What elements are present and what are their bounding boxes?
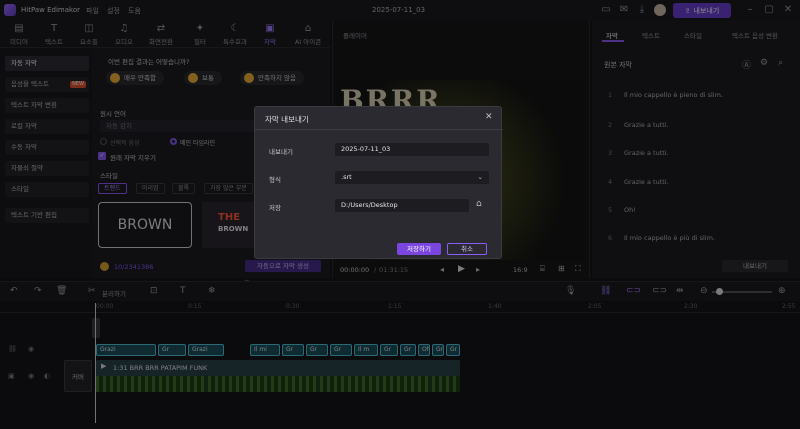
folder-icon[interactable]: ⌂ [476, 199, 482, 209]
format-label: 형식 [269, 176, 281, 184]
cancel-button[interactable]: 취소 [447, 243, 487, 255]
save-path-input[interactable]: D:/Users/Desktop [335, 199, 469, 212]
dialog-close-icon[interactable]: ✕ [485, 112, 493, 122]
format-select[interactable]: .srt ⌄ [335, 171, 489, 184]
export-subtitle-dialog: 자막 내보내기 ✕ 내보내기 2025-07-11_03 형식 .srt ⌄ 저장… [254, 106, 503, 259]
save-label: 저장 [269, 204, 281, 212]
save-button[interactable]: 저장하기 [397, 243, 441, 255]
dialog-title: 자막 내보내기 [265, 115, 309, 124]
name-label: 내보내기 [269, 148, 293, 156]
dialog-divider [255, 129, 503, 130]
export-name-input[interactable]: 2025-07-11_03 [335, 143, 489, 156]
chevron-down-icon: ⌄ [477, 173, 483, 181]
